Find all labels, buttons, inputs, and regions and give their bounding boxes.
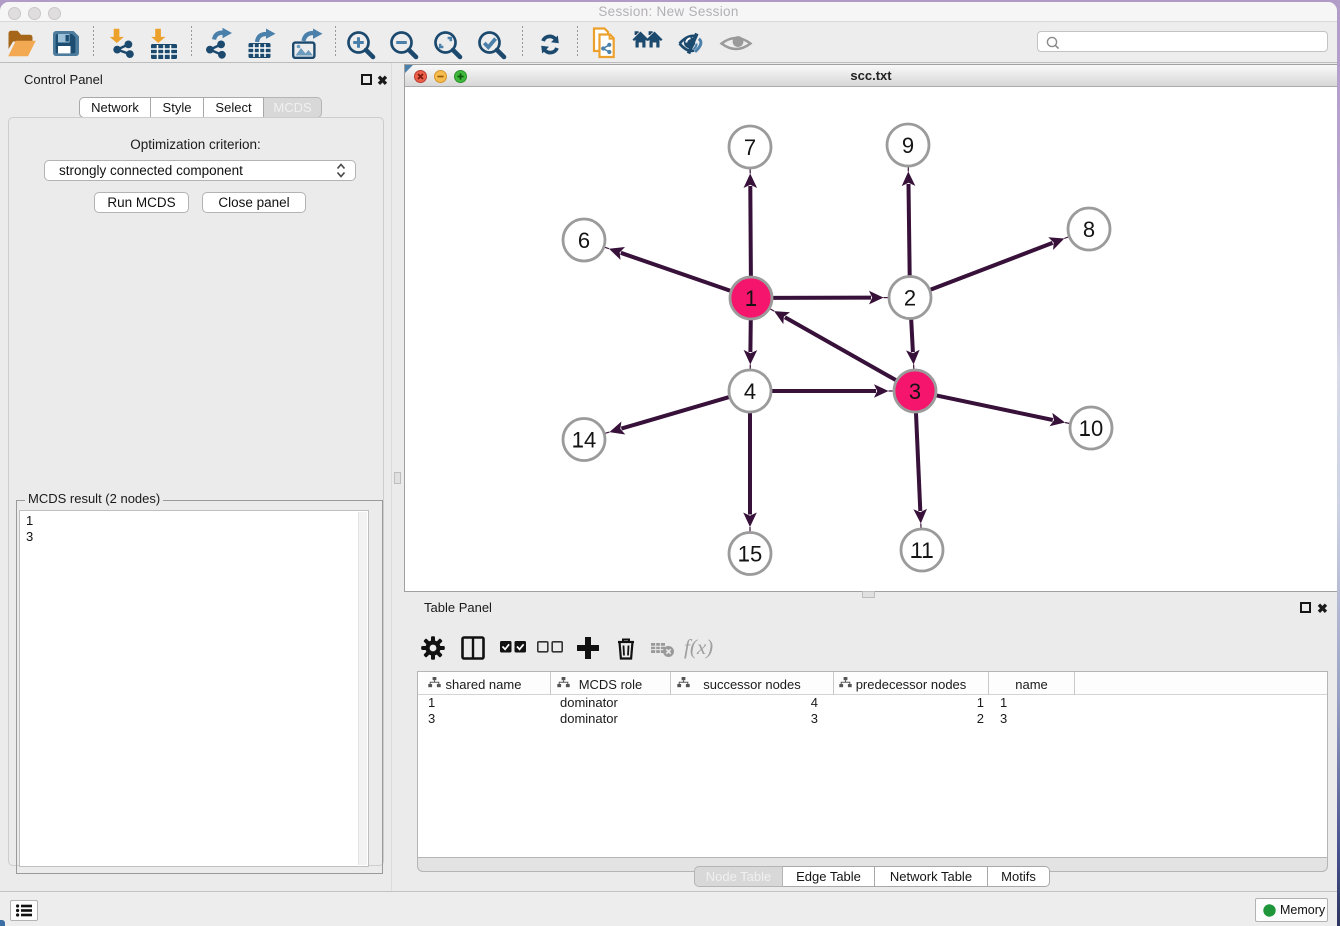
svg-text:4: 4 <box>744 379 756 404</box>
svg-text:6: 6 <box>578 228 590 253</box>
svg-text:9: 9 <box>902 133 914 158</box>
svg-text:1: 1 <box>745 286 757 311</box>
svg-text:8: 8 <box>1083 217 1095 242</box>
svg-text:7: 7 <box>744 135 756 160</box>
svg-text:11: 11 <box>911 538 934 563</box>
svg-text:14: 14 <box>572 427 596 452</box>
svg-text:2: 2 <box>904 285 916 310</box>
svg-text:10: 10 <box>1079 416 1103 441</box>
svg-text:15: 15 <box>738 541 762 566</box>
svg-text:3: 3 <box>909 379 921 404</box>
